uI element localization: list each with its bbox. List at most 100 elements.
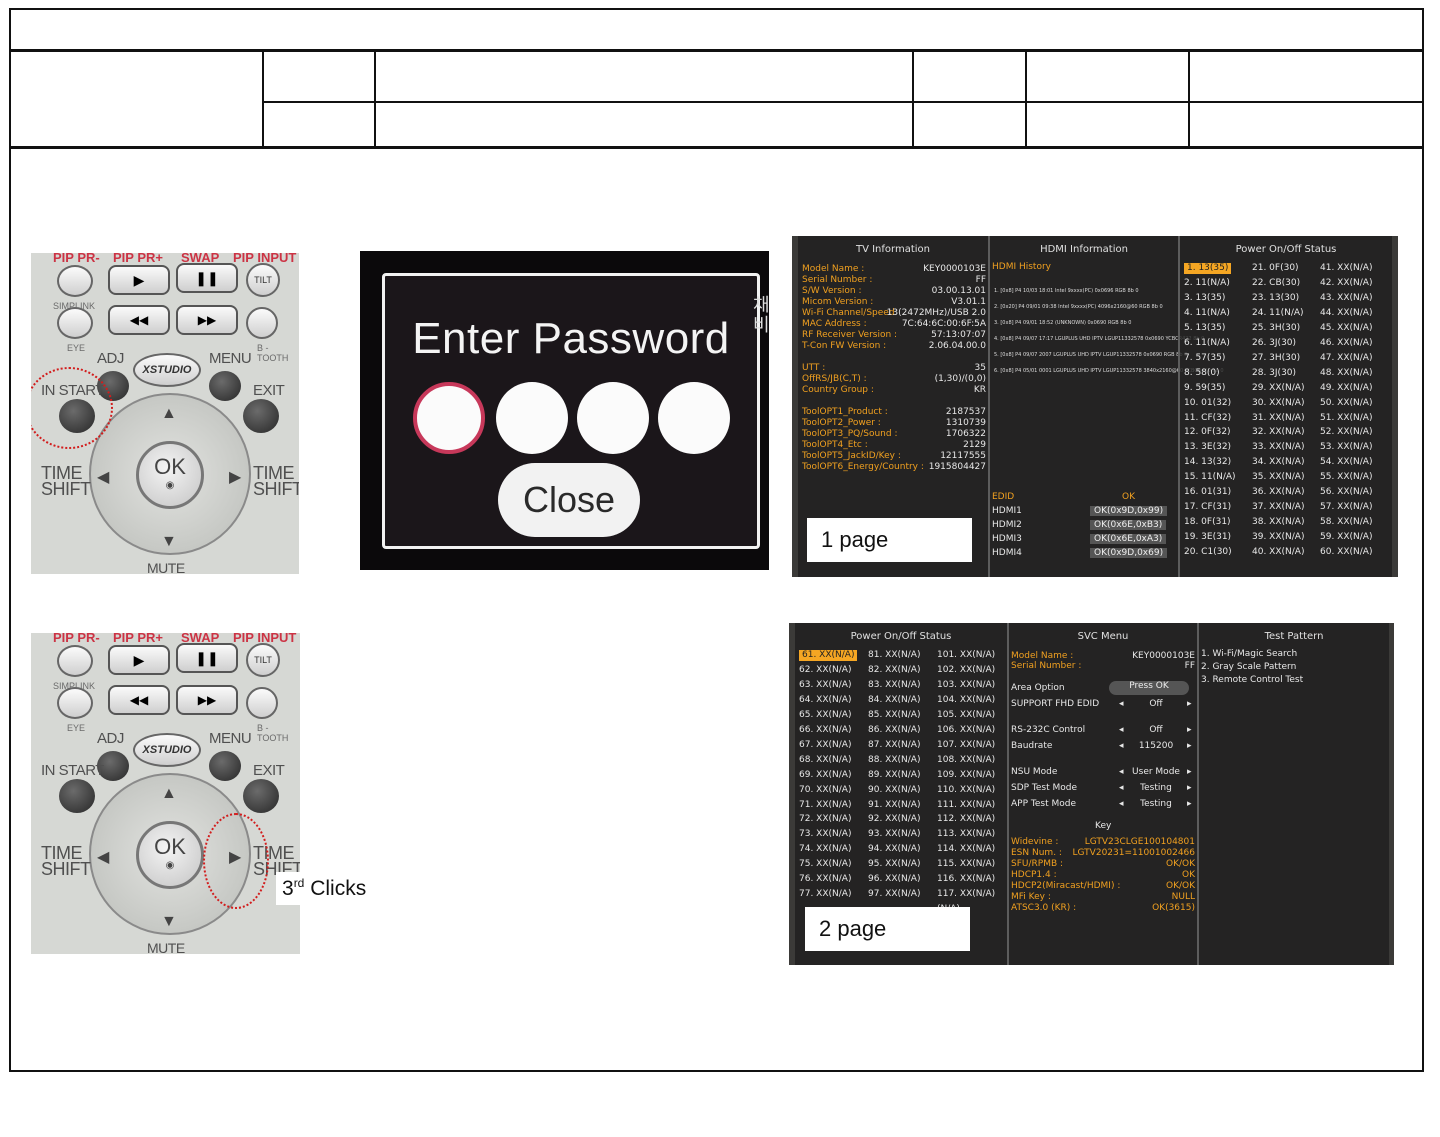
password-digit-2[interactable]	[496, 382, 568, 454]
remote-button	[57, 265, 93, 297]
password-digit-3[interactable]	[577, 382, 649, 454]
svc-setting-value[interactable]: Testing	[1119, 783, 1193, 794]
power-status-entry: 38. XX(N/A)	[1252, 517, 1305, 528]
exit-button	[243, 399, 279, 433]
password-digit-4[interactable]	[658, 382, 730, 454]
power-status-entry: 112. XX(N/A)	[937, 814, 996, 825]
svc-setting-value[interactable]: User Mode	[1119, 767, 1193, 778]
key-header: Key	[1095, 821, 1112, 831]
area-option-label: Area Option	[1011, 683, 1065, 693]
exit-button	[243, 779, 279, 813]
close-button[interactable]: Close	[498, 463, 640, 537]
power-status-entry: 62. XX(N/A)	[799, 664, 852, 675]
up-arrow-icon: ▲	[161, 405, 177, 422]
tv-info-value: 1915804427	[928, 462, 986, 472]
remote-photo-in-start: PIP PR- PIP PR+ SWAP PIP INPUT ▶ ❚❚ TILT…	[31, 253, 299, 574]
test-pattern-item[interactable]: 3. Remote Control Test	[1201, 675, 1303, 686]
power-status-entry: 103. XX(N/A)	[937, 679, 996, 690]
tv-info-key: ToolOPT5_JackID/Key :	[802, 451, 901, 461]
tv-info-key: ToolOPT6_Energy/Country :	[802, 462, 924, 472]
power-status-entry: 102. XX(N/A)	[937, 664, 996, 675]
power-status-entry: 2. 11(N/A)	[1184, 277, 1230, 288]
power-status-entry: 3. 13(35)	[1184, 292, 1226, 303]
tv-info-value: 1706322	[945, 429, 986, 439]
svc-setting-value[interactable]: Off	[1119, 699, 1193, 710]
remote-label-pip-pr-plus: PIP PR+	[113, 633, 163, 645]
tv-info-value: KEY0000103E	[923, 264, 986, 274]
header-col-divider	[1025, 51, 1027, 147]
test-pattern-item[interactable]: 2. Gray Scale Pattern	[1201, 662, 1296, 673]
power-status-panel: Power On/Off Status 1. 13(35) 2. 11(N/A) 3…	[1180, 236, 1392, 577]
power-status-entry: 113. XX(N/A)	[937, 829, 996, 840]
eye-label: EYE	[67, 723, 86, 733]
tv-info-key: T-Con FW Version :	[802, 341, 887, 351]
power-status-entry: 29. XX(N/A)	[1252, 382, 1305, 393]
power-status-entry: 89. XX(N/A)	[868, 769, 921, 780]
tv-info-value: 7C:64:6C:00:6F:5A	[901, 319, 986, 329]
ok-label: OK	[154, 834, 186, 859]
password-digit-1[interactable]	[413, 382, 485, 454]
power-status-entry: 22. CB(30)	[1252, 277, 1301, 288]
right-arrow-icon[interactable]: ▸	[1187, 783, 1192, 794]
clicks-ordinal: rd	[293, 876, 305, 890]
svc-menu-header: SVC Menu	[1077, 631, 1129, 642]
left-arrow-icon: ◀	[97, 469, 110, 486]
power-status-entry: 97. XX(N/A)	[868, 889, 921, 900]
right-arrow-icon[interactable]: ▸	[1187, 767, 1192, 778]
power-status-entry: 11. CF(32)	[1184, 412, 1232, 423]
power-status-entry: 59. XX(N/A)	[1320, 532, 1373, 543]
xstudio-button: XSTUDIO	[133, 733, 201, 767]
svc-setting-value[interactable]: Testing	[1119, 799, 1193, 810]
key-value: LGTV20231=11001002466	[1072, 848, 1195, 858]
power-status-entry: 71. XX(N/A)	[799, 799, 852, 810]
tv-info-key: ToolOPT3_PQ/Sound :	[802, 429, 898, 439]
tv-info-key: OffRS/JB(C,T) :	[802, 374, 867, 384]
tv-info-key: S/W Version :	[802, 286, 862, 296]
right-arrow-icon[interactable]: ▸	[1187, 799, 1192, 810]
power-status-entry: 70. XX(N/A)	[799, 784, 852, 795]
mute-label: MUTE	[147, 560, 185, 574]
power-status-entry: 84. XX(N/A)	[868, 694, 921, 705]
ok-dot-icon: ◉	[165, 480, 175, 491]
right-arrow-icon[interactable]: ▸	[1187, 725, 1192, 736]
hdmi-history-entry: 5. [0x8] P4 09/07 2007 LGUPLUS UHD IPTV …	[994, 352, 1188, 358]
power-status-entry: 60. XX(N/A)	[1320, 547, 1373, 558]
power-status-entry: 94. XX(N/A)	[868, 844, 921, 855]
power-status-entry: 35. XX(N/A)	[1252, 472, 1305, 483]
hdmi-info-header: HDMI Information	[1040, 244, 1128, 255]
power-status-entry: 77. XX(N/A)	[799, 889, 852, 900]
power-status-entry: 26. 3J(30)	[1252, 337, 1297, 348]
power-status-entry: 46. XX(N/A)	[1320, 337, 1373, 348]
key-label: HDCP1.4 :	[1011, 870, 1057, 880]
password-dialog-photo: Enter Password Close 채 비	[360, 251, 769, 570]
right-arrow-icon[interactable]: ▸	[1187, 699, 1192, 710]
power-status-entry: 72. XX(N/A)	[799, 814, 852, 825]
power-status-entry: 30. XX(N/A)	[1252, 397, 1305, 408]
key-label: SFU/RPMB :	[1011, 859, 1064, 869]
up-arrow-icon: ▲	[161, 785, 177, 802]
power-status-entry: 76. XX(N/A)	[799, 874, 852, 885]
tv-info-key: Country Group :	[802, 385, 874, 395]
hdmi-history-entry: 3. [0x8] P4 09/01 18:52 (UNKNOWN) 0x0690…	[994, 320, 1132, 326]
tv-info-key: Serial Number :	[802, 275, 873, 285]
right-arrow-icon[interactable]: ▸	[1187, 741, 1192, 752]
hdmi-port-name: HDMI3	[992, 534, 1022, 544]
area-option-button[interactable]: Press OK	[1109, 681, 1189, 695]
power-status-entry: 68. XX(N/A)	[799, 754, 852, 765]
eye-label: EYE	[67, 343, 86, 353]
power-status-entry: 13. 3E(32)	[1184, 442, 1232, 453]
power-status-entry: 48. XX(N/A)	[1320, 367, 1373, 378]
hdmi-port-status: OK(0x6E,0xB3)	[1090, 520, 1167, 530]
remote-label-pip-pr-minus: PIP PR-	[53, 633, 100, 645]
power-status-entry: 5. 13(35)	[1184, 322, 1226, 333]
header-col-divider	[912, 51, 914, 147]
hdmi-history-entry: 4. [0x8] P4 09/07 17:17 LGUPLUS UHD IPTV…	[994, 336, 1205, 342]
test-pattern-item[interactable]: 1. Wi-Fi/Magic Search	[1201, 649, 1297, 660]
svc-setting-value[interactable]: Off	[1119, 725, 1193, 736]
svc-setting-value[interactable]: 115200	[1119, 741, 1193, 752]
power-status-entry: 27. 3H(30)	[1252, 352, 1301, 363]
power-status-entry: 96. XX(N/A)	[868, 874, 921, 885]
menu-label: MENU	[209, 350, 252, 367]
power-status-entry: 69. XX(N/A)	[799, 769, 852, 780]
power-status-entry: 109. XX(N/A)	[937, 769, 996, 780]
